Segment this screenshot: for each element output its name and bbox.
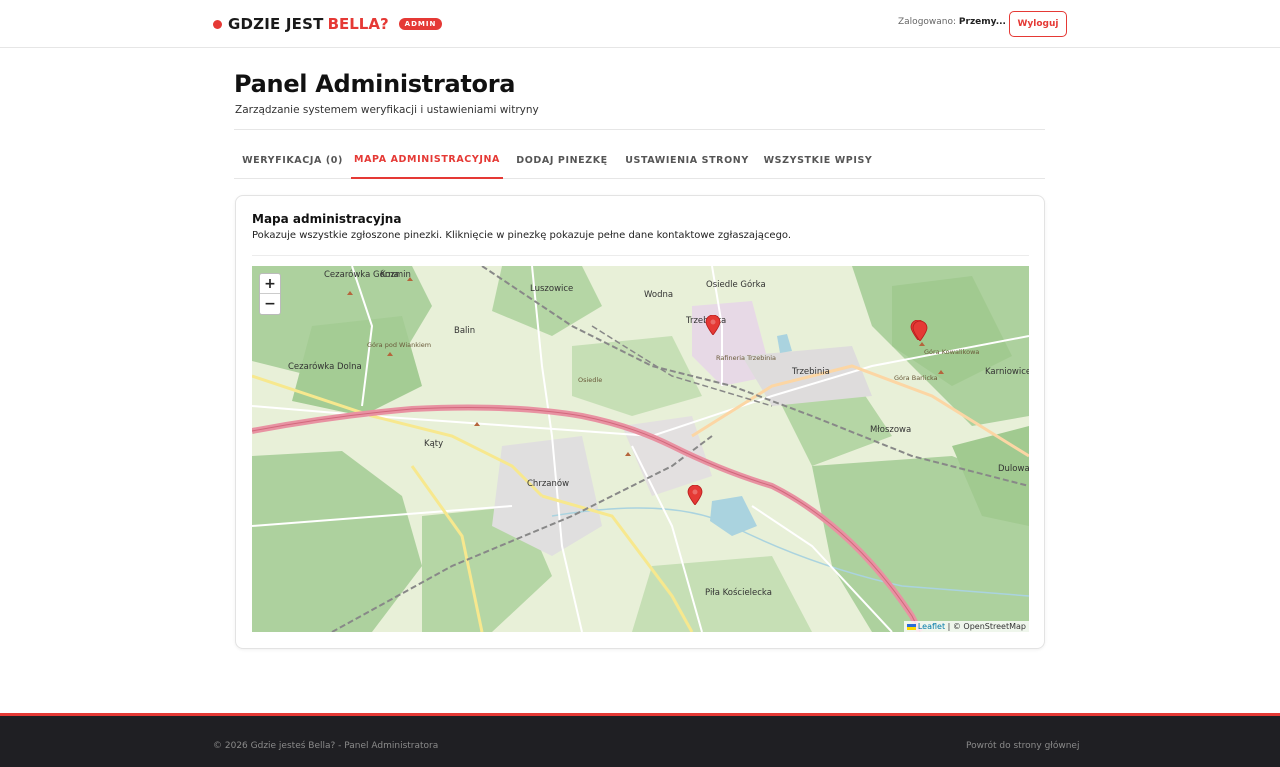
map-label: Dulowa [998,464,1029,474]
page-title: Panel Administratora [234,70,516,98]
top-navbar: GDZIE JEST BELLA? ADMIN Zalogowano: Prze… [0,0,1280,48]
zoom-control: + − [259,273,281,315]
brand-dot-icon [213,19,222,29]
map-pin[interactable] [687,485,703,505]
card-divider [252,255,1029,256]
back-home-link[interactable]: Powrót do strony głównej [966,741,1079,751]
zoom-out-button[interactable]: − [260,294,280,314]
map-label: Chrzanów [527,479,570,489]
map-label: Osiedle [578,376,603,384]
logout-button[interactable]: Wyloguj [1009,11,1067,37]
card-description: Pokazuje wszystkie zgłoszone pinezki. Kl… [252,230,792,241]
map-label: Trzebinia [792,367,830,377]
card-title: Mapa administracyjna [252,212,402,226]
map-label: Kąty [424,439,444,449]
osm-link[interactable]: © OpenStreetMap [953,622,1026,631]
brand-accent: BELLA? [327,15,389,33]
map-pin[interactable] [705,315,721,335]
tab-all-entries[interactable]: WSZYSTKIE WPISY [753,142,883,179]
map-label: Osiedle Górka [706,280,766,290]
tab-site-settings[interactable]: USTAWIENIA STRONY [621,142,753,179]
divider [234,129,1045,130]
map-label: Góra Barlicka [894,374,938,382]
tab-admin-map[interactable]: MAPA ADMINISTRACYJNA [351,142,503,179]
admin-badge: ADMIN [398,18,443,30]
map-pin[interactable] [912,321,928,341]
ukraine-flag-icon [906,623,916,630]
map-label: Kozmin [380,270,411,280]
leaflet-link[interactable]: Leaflet [918,622,945,631]
map-label: Cezarówka Dolna [288,362,362,372]
attribution-separator: | [947,622,951,631]
logged-user: Przemy... [958,17,1006,27]
map-label: Luszowice [530,284,574,294]
map-label: Młoszowa [870,425,912,435]
map-label: Karniowice [985,367,1029,377]
tab-verification[interactable]: WERYFIKACJA (0) [234,142,351,179]
map-label: Balin [454,326,476,336]
page-subtitle: Zarządzanie systemem weryfikacji i ustaw… [235,104,539,116]
map-label: Piła Kościelecka [705,588,772,598]
map-card: Mapa administracyjna Pokazuje wszystkie … [235,195,1045,649]
map-label: Góra Kowalikowa [924,348,980,356]
tab-bar: WERYFIKACJA (0) MAPA ADMINISTRACYJNA DOD… [234,142,1045,179]
map-attribution: Leaflet | © OpenStreetMap [903,621,1029,632]
zoom-in-button[interactable]: + [260,274,280,294]
tab-add-pin[interactable]: DODAJ PINEZKĘ [503,142,621,179]
map-label: Góra pod Wiankiem [367,341,432,349]
map-label: Wodna [644,290,674,300]
logged-label: Zalogowano: [898,17,957,27]
admin-map[interactable]: Cezarówka Górna Kozmin Luszowice Wodna O… [252,266,1029,632]
logged-in-info: Zalogowano: Przemy... [898,17,1006,27]
footer-copyright: © 2026 Gdzie jesteś Bella? - Panel Admin… [213,741,439,751]
brand-logo[interactable]: GDZIE JEST BELLA? ADMIN [213,13,443,35]
footer: © 2026 Gdzie jesteś Bella? - Panel Admin… [0,713,1280,767]
map-label: Rafineria Trzebinia [716,354,777,362]
brand-text: GDZIE JEST [228,15,324,33]
